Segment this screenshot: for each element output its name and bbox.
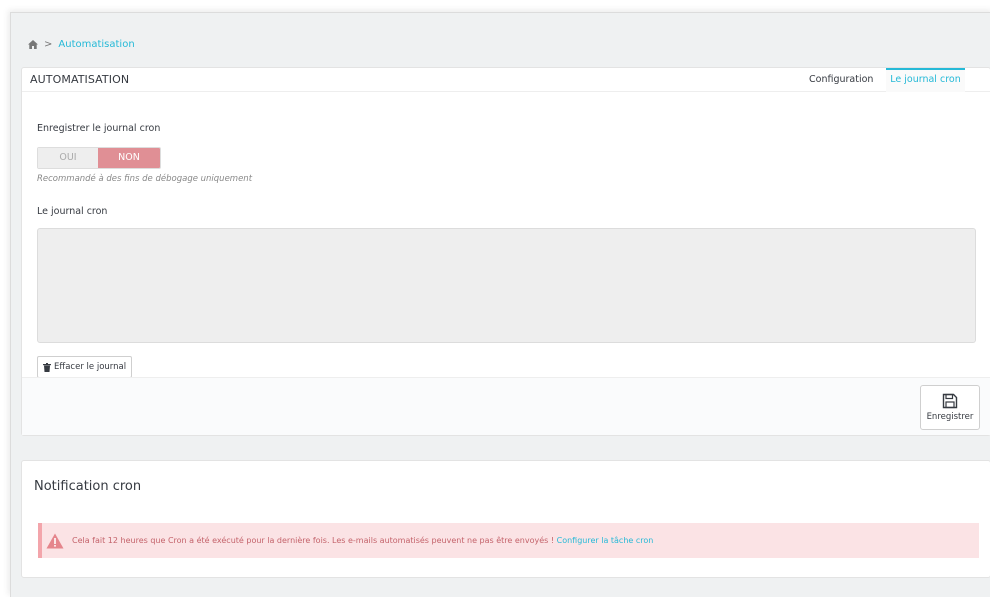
debug-hint: Recommandé à des fins de débogage unique… xyxy=(37,174,253,184)
trash-icon xyxy=(43,362,51,372)
save-cron-log-label: Enregistrer le journal cron xyxy=(37,123,161,134)
toggle-yes[interactable]: OUI xyxy=(38,148,98,168)
configure-cron-link[interactable]: Configurer la tâche cron xyxy=(557,536,654,545)
page-frame: > Automatisation AUTOMATISATION Configur… xyxy=(10,12,990,597)
tab-configuration[interactable]: Configuration xyxy=(797,68,885,91)
toggle-no[interactable]: NON xyxy=(98,148,160,168)
breadcrumb-current[interactable]: Automatisation xyxy=(58,39,134,50)
cron-warning-alert: Cela fait 12 heures que Cron a été exécu… xyxy=(38,523,979,558)
alert-text-wrap: Cela fait 12 heures que Cron a été exécu… xyxy=(72,536,653,545)
clear-log-label: Effacer le journal xyxy=(54,362,127,372)
automation-panel: AUTOMATISATION Configuration Le journal … xyxy=(21,67,990,436)
cron-notification-panel: Notification cron Cela fait 12 heures qu… xyxy=(21,460,990,578)
notification-title: Notification cron xyxy=(34,479,142,494)
cron-log-label: Le journal cron xyxy=(37,206,108,217)
save-button[interactable]: Enregistrer xyxy=(920,385,980,430)
panel-title: AUTOMATISATION xyxy=(30,73,130,86)
save-button-label: Enregistrer xyxy=(926,412,974,422)
cron-log-toggle[interactable]: OUI NON xyxy=(37,147,161,169)
tab-cron-log[interactable]: Le journal cron xyxy=(886,68,965,92)
save-icon xyxy=(942,393,958,409)
warning-icon xyxy=(46,533,64,548)
alert-message: Cela fait 12 heures que Cron a été exécu… xyxy=(72,536,555,545)
breadcrumb-separator: > xyxy=(44,39,53,50)
panel-header: AUTOMATISATION Configuration Le journal … xyxy=(22,68,990,92)
clear-log-button[interactable]: Effacer le journal xyxy=(37,356,133,378)
home-icon[interactable] xyxy=(28,40,38,49)
cron-log-textarea[interactable] xyxy=(37,228,976,343)
panel-footer: Enregistrer xyxy=(22,377,990,435)
breadcrumb: > Automatisation xyxy=(28,39,135,50)
